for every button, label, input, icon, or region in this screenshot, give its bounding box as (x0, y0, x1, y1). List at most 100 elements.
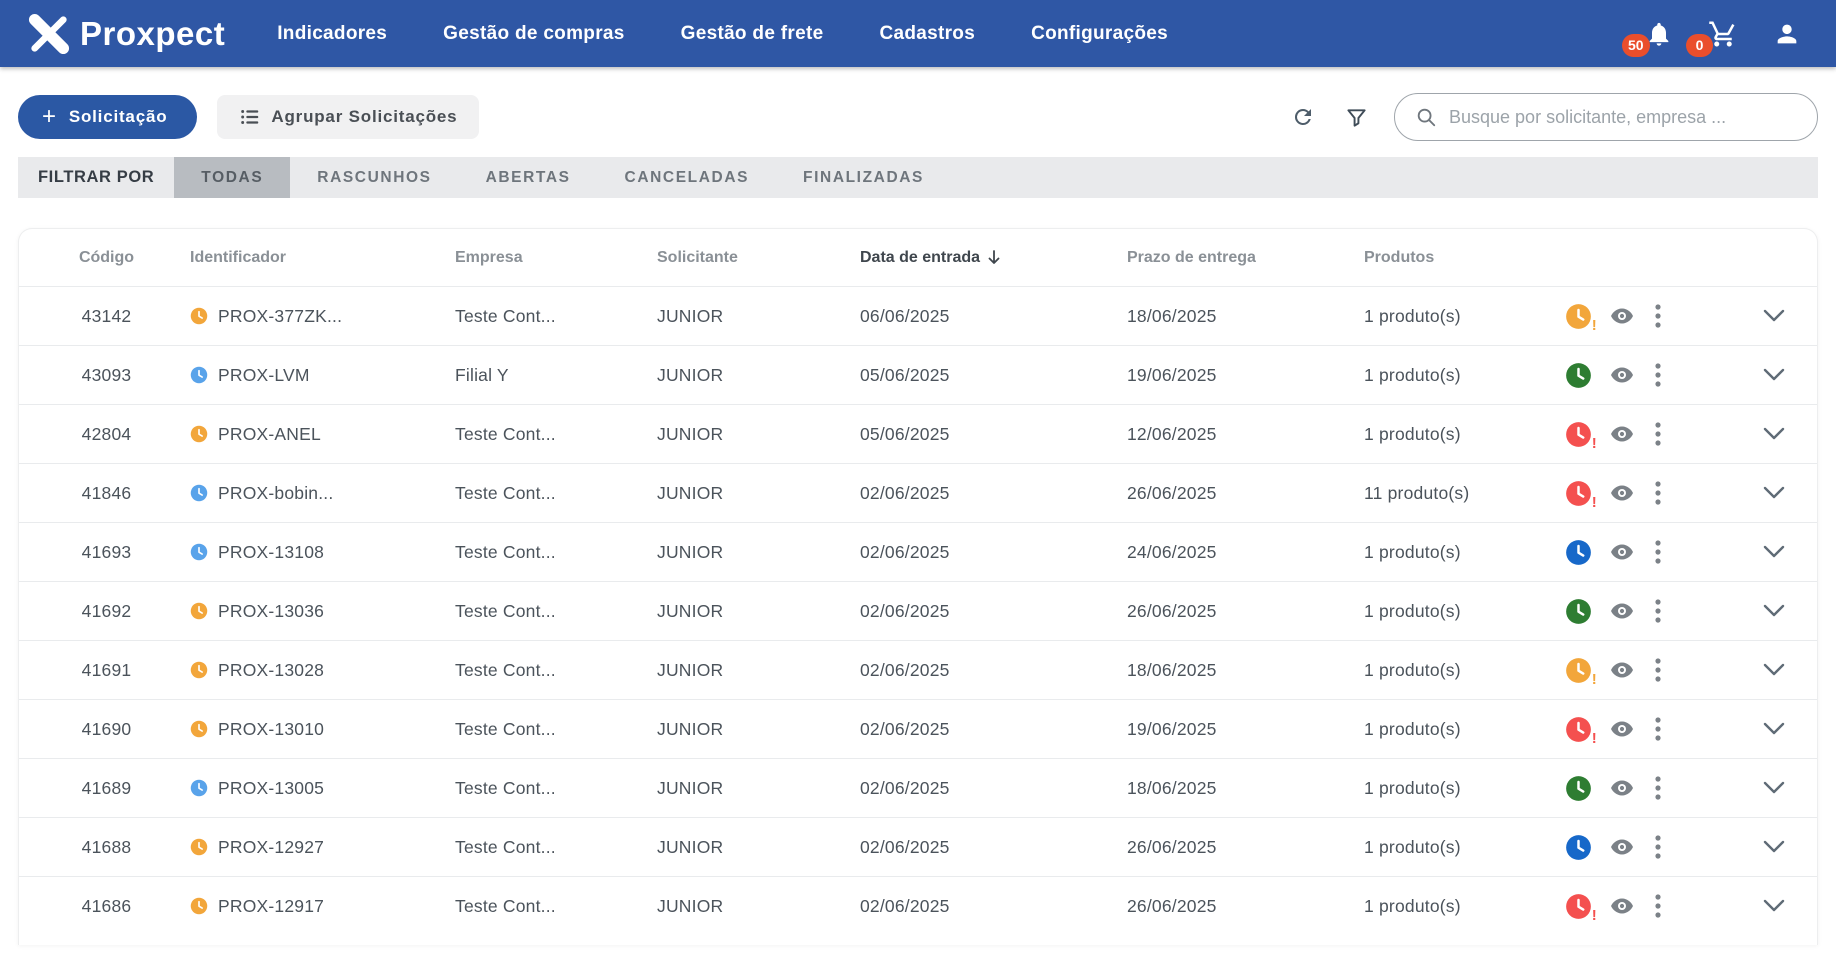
nav-item-gestão-de-compras[interactable]: Gestão de compras (443, 23, 624, 45)
more-options-button[interactable] (1652, 478, 1664, 508)
view-button[interactable] (1606, 538, 1638, 566)
cell-codigo: 41692 (59, 601, 154, 622)
col-header-prazo-entrega[interactable]: Prazo de entrega (1127, 249, 1364, 267)
kebab-icon (1654, 657, 1662, 683)
status-alert-mark: ! (1592, 494, 1597, 511)
more-options-button[interactable] (1652, 773, 1664, 803)
view-button[interactable] (1606, 715, 1638, 743)
col-header-produtos[interactable]: Produtos (1364, 249, 1549, 267)
notifications-button[interactable]: 50 (1644, 19, 1674, 49)
app-logo[interactable]: Proxpect (26, 13, 225, 55)
table-row[interactable]: 41692 PROX-13036 Teste Cont... JUNIOR 02… (19, 581, 1817, 640)
view-button[interactable] (1606, 361, 1638, 389)
col-header-solicitante[interactable]: Solicitante (657, 249, 860, 267)
expand-row-button[interactable] (1761, 543, 1787, 561)
cell-expand (1699, 720, 1817, 738)
search-input[interactable] (1449, 107, 1797, 128)
identificador-text: PROX-13036 (218, 601, 324, 622)
expand-row-button[interactable] (1761, 720, 1787, 738)
filter-tab-todas[interactable]: TODAS (174, 157, 290, 198)
expand-row-button[interactable] (1761, 366, 1787, 384)
cell-prazo-entrega: 26/06/2025 (1127, 483, 1364, 504)
identificador-text: PROX-13010 (218, 719, 324, 740)
expand-row-button[interactable] (1761, 602, 1787, 620)
cell-identificador: PROX-13108 (154, 542, 455, 563)
filter-tab-finalizadas[interactable]: FINALIZADAS (776, 157, 951, 198)
expand-row-button[interactable] (1761, 779, 1787, 797)
kebab-icon (1654, 421, 1662, 447)
nav-item-configurações[interactable]: Configurações (1031, 23, 1168, 45)
status-clock-icon: ! (1565, 834, 1592, 861)
main-nav: Indicadores Gestão de compras Gestão de fr… (277, 23, 1168, 45)
table-row[interactable]: 41686 PROX-12917 Teste Cont... JUNIOR 02… (19, 876, 1817, 935)
nav-item-cadastros[interactable]: Cadastros (879, 23, 975, 45)
user-profile-button[interactable] (1772, 19, 1802, 49)
cell-empresa: Filial Y (455, 365, 657, 386)
table-row[interactable]: 43093 PROX-LVM Filial Y JUNIOR 05/06/202… (19, 345, 1817, 404)
view-button[interactable] (1606, 656, 1638, 684)
refresh-button[interactable] (1287, 101, 1319, 133)
more-options-button[interactable] (1652, 714, 1664, 744)
table-row[interactable]: 41846 PROX-bobin... Teste Cont... JUNIOR… (19, 463, 1817, 522)
view-button[interactable] (1606, 420, 1638, 448)
view-button[interactable] (1606, 479, 1638, 507)
request-clock-icon (190, 897, 208, 915)
identificador-text: PROX-377ZK... (218, 306, 342, 327)
filter-tab-abertas[interactable]: ABERTAS (459, 157, 598, 198)
filter-tab-rascunhos[interactable]: RASCUNHOS (290, 157, 458, 198)
expand-row-button[interactable] (1761, 484, 1787, 502)
cell-codigo: 41693 (59, 542, 154, 563)
col-header-codigo[interactable]: Código (59, 249, 154, 267)
request-clock-icon (190, 307, 208, 325)
col-header-data-entrada[interactable]: Data de entrada (860, 249, 1127, 267)
table-row[interactable]: 41691 PROX-13028 Teste Cont... JUNIOR 02… (19, 640, 1817, 699)
view-button[interactable] (1606, 892, 1638, 920)
col-header-empresa[interactable]: Empresa (455, 249, 657, 267)
expand-row-button[interactable] (1761, 838, 1787, 856)
cell-codigo: 41689 (59, 778, 154, 799)
table-row[interactable]: 42804 PROX-ANEL Teste Cont... JUNIOR 05/… (19, 404, 1817, 463)
expand-row-button[interactable] (1761, 661, 1787, 679)
cart-button[interactable]: 0 (1708, 19, 1738, 49)
cell-codigo: 41686 (59, 896, 154, 917)
kebab-icon (1654, 834, 1662, 860)
more-options-button[interactable] (1652, 301, 1664, 331)
more-options-button[interactable] (1652, 891, 1664, 921)
cell-codigo: 41688 (59, 837, 154, 858)
group-solicitacoes-button[interactable]: Agrupar Solicitações (217, 95, 479, 139)
chevron-down-icon (1763, 486, 1785, 500)
more-options-button[interactable] (1652, 537, 1664, 567)
new-solicitacao-button[interactable]: + Solicitação (18, 95, 197, 139)
nav-item-gestão-de-frete[interactable]: Gestão de frete (681, 23, 824, 45)
cell-prazo-entrega: 18/06/2025 (1127, 660, 1364, 681)
cell-identificador: PROX-13028 (154, 660, 455, 681)
expand-row-button[interactable] (1761, 307, 1787, 325)
more-options-button[interactable] (1652, 419, 1664, 449)
cell-solicitante: JUNIOR (657, 896, 860, 917)
cell-produtos: 1 produto(s) (1364, 778, 1549, 799)
nav-item-indicadores[interactable]: Indicadores (277, 23, 387, 45)
col-header-identificador[interactable]: Identificador (154, 249, 455, 267)
cell-produtos: 1 produto(s) (1364, 306, 1549, 327)
filter-tab-canceladas[interactable]: CANCELADAS (598, 157, 777, 198)
cell-solicitante: JUNIOR (657, 542, 860, 563)
status-clock-icon: ! (1565, 775, 1592, 802)
view-button[interactable] (1606, 774, 1638, 802)
table-row[interactable]: 41693 PROX-13108 Teste Cont... JUNIOR 02… (19, 522, 1817, 581)
filter-button[interactable] (1341, 102, 1372, 133)
toolbar-right (1287, 93, 1818, 141)
expand-row-button[interactable] (1761, 425, 1787, 443)
more-options-button[interactable] (1652, 596, 1664, 626)
table-row[interactable]: 41688 PROX-12927 Teste Cont... JUNIOR 02… (19, 817, 1817, 876)
table-row[interactable]: 43142 PROX-377ZK... Teste Cont... JUNIOR… (19, 286, 1817, 345)
view-button[interactable] (1606, 302, 1638, 330)
table-row[interactable]: 41690 PROX-13010 Teste Cont... JUNIOR 02… (19, 699, 1817, 758)
view-button[interactable] (1606, 597, 1638, 625)
chevron-down-icon (1763, 368, 1785, 382)
table-row[interactable]: 41689 PROX-13005 Teste Cont... JUNIOR 02… (19, 758, 1817, 817)
more-options-button[interactable] (1652, 655, 1664, 685)
more-options-button[interactable] (1652, 832, 1664, 862)
view-button[interactable] (1606, 833, 1638, 861)
more-options-button[interactable] (1652, 360, 1664, 390)
expand-row-button[interactable] (1761, 897, 1787, 915)
